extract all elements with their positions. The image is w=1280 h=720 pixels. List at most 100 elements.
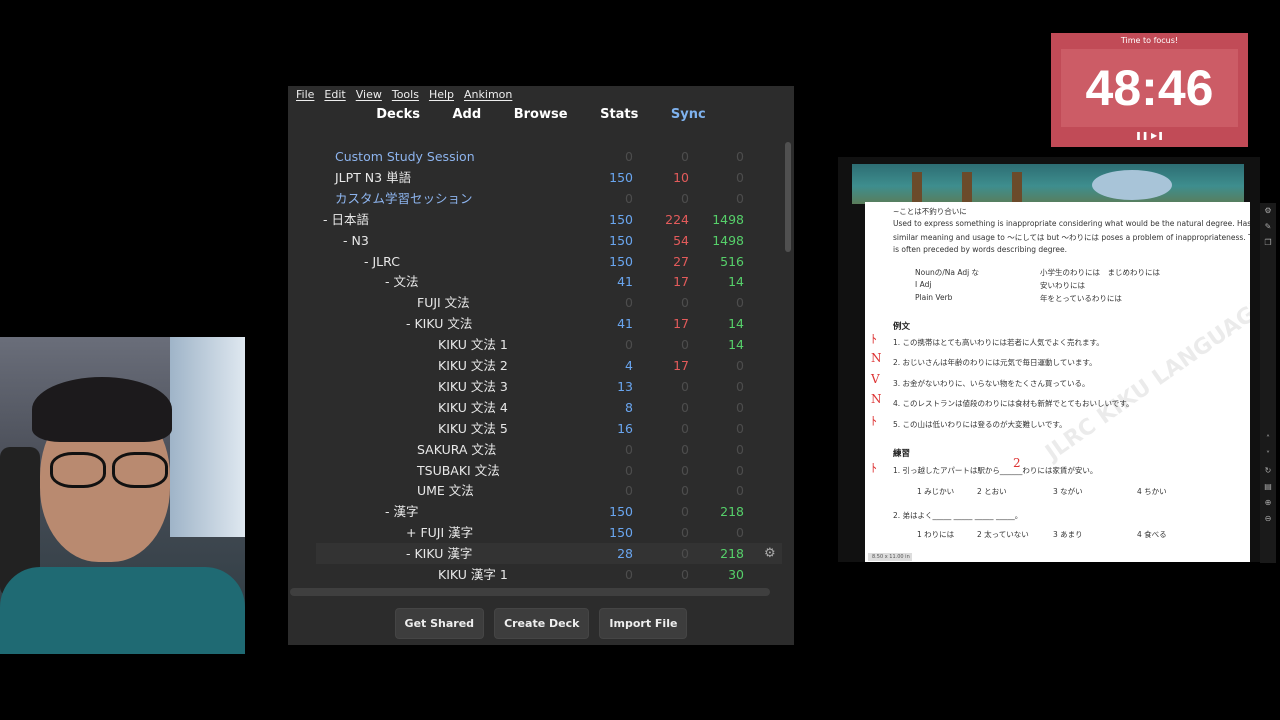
deck-learn-count: 0 <box>681 525 689 541</box>
deck-row[interactable]: - JLRC 150 27 516 <box>316 251 782 272</box>
deck-new-count: 0 <box>625 567 633 582</box>
deck-row[interactable]: TSUBAKI 文法 0 0 0 <box>316 460 782 481</box>
q2-choice: 1 わりには <box>917 530 955 539</box>
menu-edit[interactable]: Edit <box>324 88 345 106</box>
zoom-in-icon[interactable]: ⊕ <box>1260 495 1276 511</box>
deck-name[interactable]: - 日本語 <box>323 209 369 230</box>
deck-name[interactable]: Custom Study Session <box>335 146 475 167</box>
webcam-feed <box>0 337 245 654</box>
deck-learn-count: 0 <box>681 378 689 394</box>
deck-row[interactable]: - 日本語 150 224 1498 <box>316 209 782 230</box>
handwritten-mark: N <box>871 351 882 365</box>
deck-name[interactable]: KIKU 文法 1 <box>438 334 508 355</box>
deck-list-horizontal-scrollbar[interactable] <box>290 588 770 596</box>
examples-heading: 例文 <box>893 322 911 332</box>
deck-name[interactable]: SAKURA 文法 <box>417 439 496 460</box>
settings-icon[interactable]: ⚙ <box>1260 203 1276 219</box>
toolbar-browse[interactable]: Browse <box>514 107 568 122</box>
deck-row[interactable]: UME 文法 0 0 0 <box>316 480 782 501</box>
deck-name[interactable]: TSUBAKI 文法 <box>417 460 500 481</box>
deck-row[interactable]: - 文法 41 17 14 <box>316 271 782 292</box>
deck-learn-count: 10 <box>673 169 689 185</box>
deck-list-vertical-scrollbar[interactable] <box>785 142 791 252</box>
page-icon[interactable]: ▤ <box>1260 479 1276 495</box>
toolbar-stats[interactable]: Stats <box>600 107 638 122</box>
deck-name[interactable]: - KIKU 漢字 <box>406 543 472 564</box>
edit-icon[interactable]: ✎ <box>1260 219 1276 235</box>
menu-tools[interactable]: Tools <box>392 88 419 106</box>
rotate-icon[interactable]: ↻ <box>1260 463 1276 479</box>
deck-row[interactable]: KIKU 文法 1 0 0 14 <box>316 334 782 355</box>
deck-row[interactable]: Custom Study Session 0 0 0 <box>316 146 782 167</box>
deck-row[interactable]: KIKU 文法 4 8 0 0 <box>316 397 782 418</box>
deck-name[interactable]: JLPT N3 単語 <box>335 167 411 188</box>
deck-due-count: 0 <box>736 525 744 541</box>
deck-name[interactable]: - N3 <box>343 230 369 251</box>
deck-row[interactable]: KIKU 文法 3 13 0 0 <box>316 376 782 397</box>
menu-view[interactable]: View <box>356 88 382 106</box>
deck-due-count: 0 <box>736 420 744 436</box>
deck-name[interactable]: カスタム学習セッション <box>335 188 473 209</box>
deck-row[interactable]: FUJI 文法 0 0 0 <box>316 292 782 313</box>
deck-name[interactable]: KIKU 文法 4 <box>438 397 508 418</box>
deck-name[interactable]: KIKU 漢字 1 <box>438 564 508 585</box>
timer-display: 48:46 <box>1061 49 1238 127</box>
deck-row[interactable]: JLPT N3 単語 150 10 0 <box>316 167 782 188</box>
pattern-right: 年をとっているわりには <box>1040 294 1122 303</box>
zoom-out-icon[interactable]: ⊖ <box>1260 511 1276 527</box>
deck-learn-count: 17 <box>673 274 689 290</box>
deck-name[interactable]: KIKU 文法 2 <box>438 355 508 376</box>
deck-learn-count: 0 <box>681 483 689 499</box>
menu-file[interactable]: File <box>296 88 314 106</box>
import-file-button[interactable]: Import File <box>599 608 688 639</box>
deck-row[interactable]: SAKURA 文法 0 0 0 <box>316 439 782 460</box>
toolbar-add[interactable]: Add <box>453 107 482 122</box>
copy-icon[interactable]: ❐ <box>1260 235 1276 251</box>
deck-name[interactable]: - JLRC <box>364 251 400 272</box>
deck-due-count: 14 <box>728 316 744 332</box>
deck-row[interactable]: KIKU 漢字 1 0 0 30 <box>316 564 782 585</box>
deck-learn-count: 54 <box>673 232 689 248</box>
deck-row[interactable]: - N3 150 54 1498 <box>316 230 782 251</box>
example-sentence: 5. この山は低いわりには登るのが大変難しいです。 <box>893 420 1067 429</box>
handwritten-mark: ﾄ <box>871 414 878 428</box>
deck-new-count: 0 <box>625 295 633 311</box>
deck-name[interactable]: - 漢字 <box>385 501 418 522</box>
timer-pause-skip-controls[interactable]: ❚❚ ▶❚ <box>1051 131 1248 140</box>
deck-due-count: 218 <box>720 504 744 520</box>
get-shared-button[interactable]: Get Shared <box>394 608 485 639</box>
deck-row[interactable]: - KIKU 漢字 28 0 218 ⚙ <box>316 543 782 565</box>
handwritten-answer: 2 <box>1013 456 1021 470</box>
toolbar-sync[interactable]: Sync <box>671 107 706 122</box>
deck-name[interactable]: KIKU 文法 3 <box>438 376 508 397</box>
deck-row[interactable]: - 漢字 150 0 218 <box>316 501 782 522</box>
deck-name[interactable]: - KIKU 文法 <box>406 313 472 334</box>
deck-name[interactable]: + FUJI 漢字 <box>406 522 473 543</box>
create-deck-button[interactable]: Create Deck <box>494 608 590 639</box>
menu-ankimon[interactable]: Ankimon <box>464 88 512 106</box>
pdf-page[interactable]: JLRC KIKU LANGUAGE CENTER ~ことは不釣り合いに Use… <box>865 202 1250 562</box>
deck-options-gear-icon[interactable]: ⚙ <box>764 543 776 564</box>
example-sentence: 2. おじいさんは年齢のわりには元気で毎日運動しています。 <box>893 358 1097 367</box>
deck-row[interactable]: - KIKU 文法 41 17 14 <box>316 313 782 334</box>
deck-row[interactable]: + FUJI 漢字 150 0 0 <box>316 522 782 543</box>
doc-description-1: Used to express something is inappropria… <box>893 219 1250 228</box>
deck-name[interactable]: UME 文法 <box>417 480 474 501</box>
deck-name[interactable]: - 文法 <box>385 271 418 292</box>
deck-name[interactable]: KIKU 文法 5 <box>438 418 508 439</box>
deck-name[interactable]: FUJI 文法 <box>417 292 470 313</box>
practice-question-1: 1. 引っ越したアパートは駅から______わりには家賃が安い。 <box>893 466 1098 475</box>
menu-help[interactable]: Help <box>429 88 454 106</box>
chevron-down-icon[interactable]: ˅ <box>1260 447 1276 463</box>
deck-learn-count: 0 <box>681 295 689 311</box>
q1-choice: 2 とおい <box>977 487 1007 496</box>
deck-new-count: 150 <box>609 253 633 269</box>
anki-window: File Edit View Tools Help Ankimon Decks … <box>288 86 794 645</box>
deck-row[interactable]: KIKU 文法 2 4 17 0 <box>316 355 782 376</box>
deck-row[interactable]: カスタム学習セッション 0 0 0 <box>316 188 782 209</box>
timer-label: Time to focus! <box>1120 36 1179 45</box>
chevron-up-icon[interactable]: ˄ <box>1260 431 1276 447</box>
toolbar-decks[interactable]: Decks <box>376 107 420 122</box>
deck-row[interactable]: KIKU 文法 5 16 0 0 <box>316 418 782 439</box>
pattern-right: 小学生のわりには まじめわりには <box>1040 268 1160 277</box>
